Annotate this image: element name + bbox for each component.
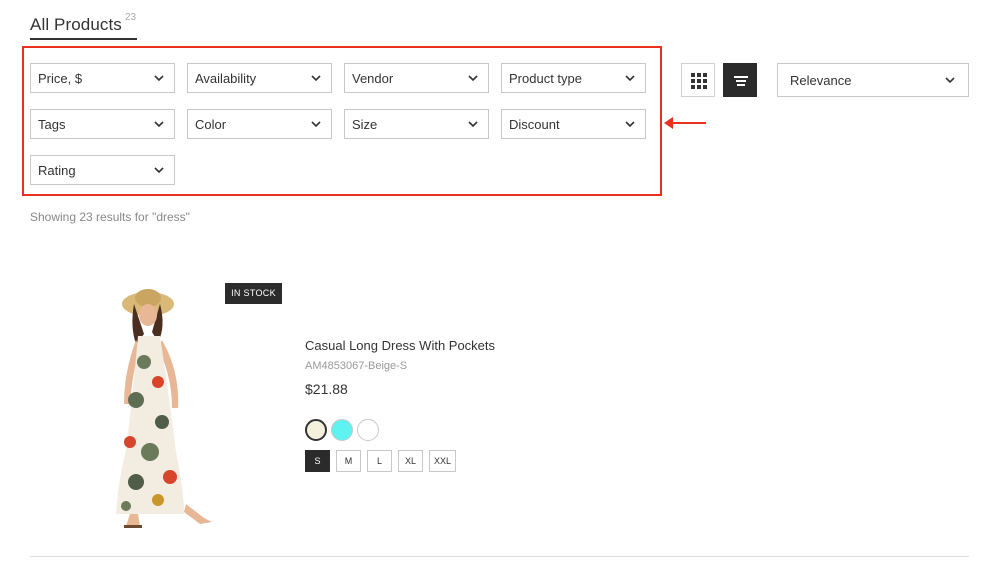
filter-size[interactable]: Size [344,109,489,139]
color-swatch-cyan[interactable] [331,419,353,441]
chevron-down-icon [311,121,321,128]
filter-price[interactable]: Price, $ [30,63,175,93]
chevron-down-icon [468,121,478,128]
filter-label: Availability [195,71,257,86]
color-swatch-beige[interactable] [305,419,327,441]
in-stock-badge: IN STOCK [225,283,282,304]
size-option-m[interactable]: M [336,450,361,472]
size-option-xxl[interactable]: XXL [429,450,456,472]
chevron-down-icon [311,75,321,82]
list-view-button[interactable] [723,63,757,97]
size-option-s[interactable]: S [305,450,330,472]
filter-label: Vendor [352,71,394,86]
filter-label: Product type [509,71,582,86]
size-option-l[interactable]: L [367,450,392,472]
filter-availability[interactable]: Availability [187,63,332,93]
list-icon [734,76,748,86]
chevron-down-icon [468,75,478,82]
grid-view-button[interactable] [681,63,715,97]
annotation-arrow-icon [664,117,706,129]
results-summary: Showing 23 results for "dress" [30,210,190,224]
sort-select[interactable]: Relevance [777,63,969,97]
filter-rating[interactable]: Rating [30,155,175,185]
product-image[interactable] [100,282,230,532]
product-price: $21.88 [305,381,348,397]
filter-product-type[interactable]: Product type [501,63,646,93]
chevron-down-icon [945,77,955,84]
chevron-down-icon [154,75,164,82]
chevron-down-icon [154,121,164,128]
chevron-down-icon [625,121,635,128]
filter-tags[interactable]: Tags [30,109,175,139]
filter-color[interactable]: Color [187,109,332,139]
chevron-down-icon [625,75,635,82]
product-sku: AM4853067-Beige-S [305,360,408,372]
filter-vendor[interactable]: Vendor [344,63,489,93]
size-option-xl[interactable]: XL [398,450,423,472]
divider [30,556,969,557]
filter-discount[interactable]: Discount [501,109,646,139]
grid-icon [691,73,707,89]
page-title: All Products [30,15,122,34]
filter-label: Rating [38,163,76,178]
color-swatch-white[interactable] [357,419,379,441]
filter-label: Size [352,117,378,132]
filter-label: Price, $ [38,71,83,86]
filter-label: Tags [38,117,66,132]
sort-selected-value: Relevance [790,73,852,88]
filter-label: Color [195,117,227,132]
chevron-down-icon [154,167,164,174]
all-products-tab[interactable]: All Products 23 [30,12,137,40]
product-title[interactable]: Casual Long Dress With Pockets [305,338,495,353]
filter-label: Discount [509,117,560,132]
product-count: 23 [125,12,137,23]
